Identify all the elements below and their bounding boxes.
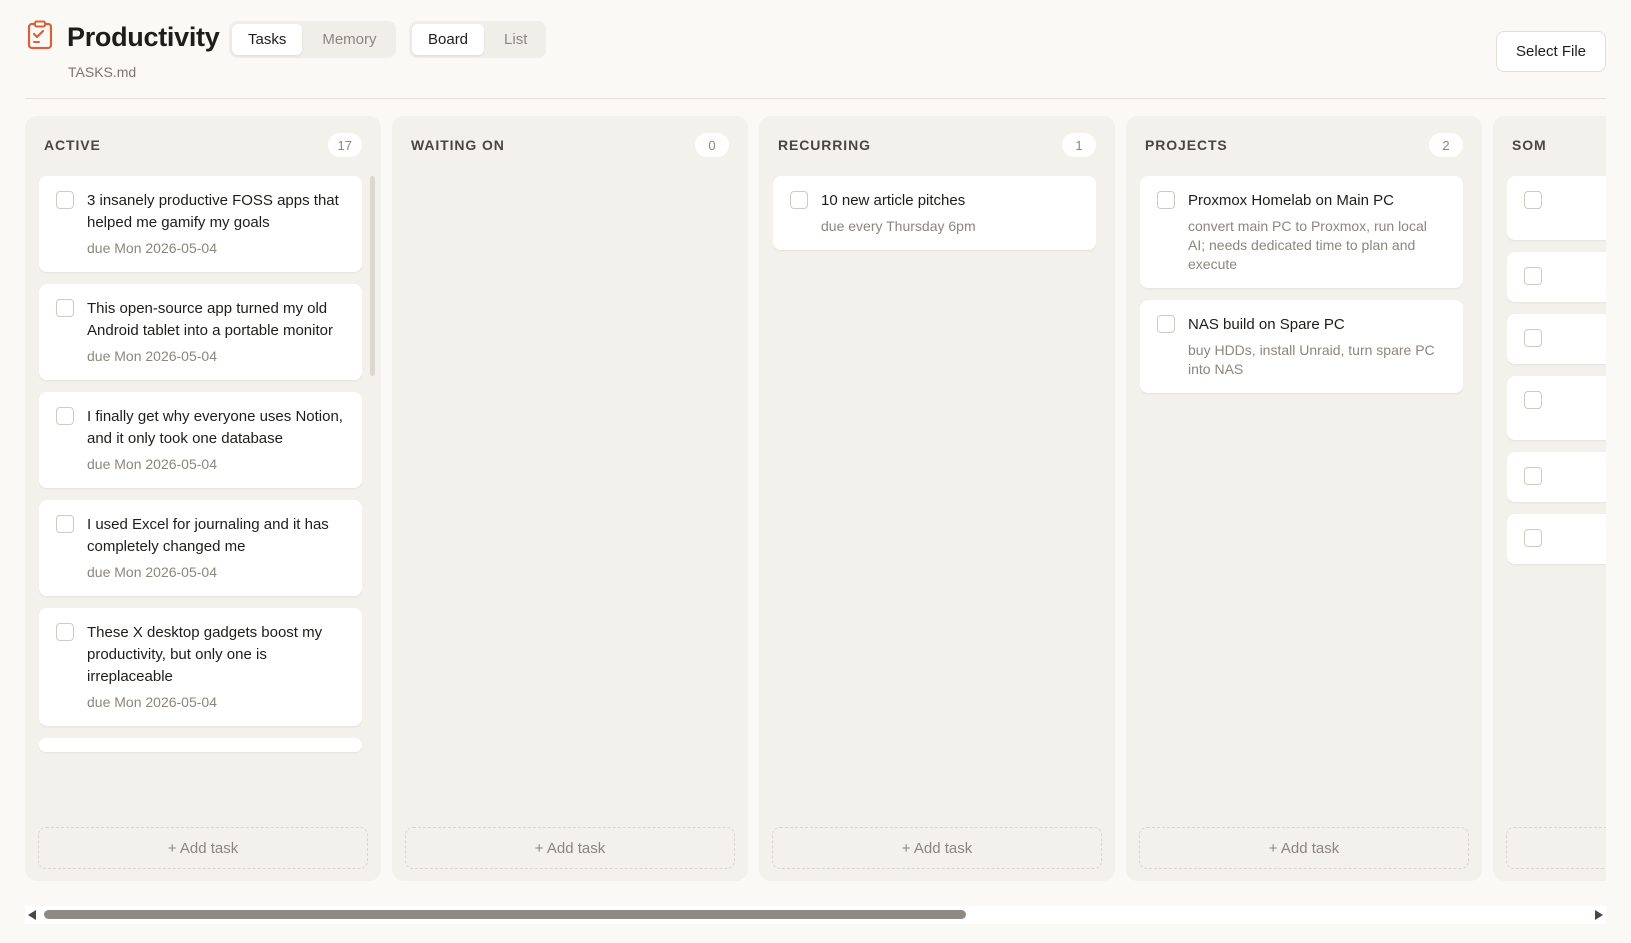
task-checkbox[interactable]: [56, 515, 74, 533]
column-title: SOM: [1512, 137, 1547, 153]
task-title: These X desktop gadgets boost my product…: [87, 624, 323, 685]
task-card[interactable]: 10 new article pitches due every Thursda…: [773, 176, 1096, 250]
task-card-partial[interactable]: [1507, 252, 1606, 302]
add-task-button[interactable]: + Add task: [772, 827, 1102, 869]
clipboard-check-icon: [27, 20, 53, 50]
kanban-board: ACTIVE 17 3 insanely productive FOSS app…: [25, 116, 1606, 884]
column-card-list[interactable]: [406, 176, 729, 805]
column-title: PROJECTS: [1145, 137, 1228, 153]
task-card[interactable]: These X desktop gadgets boost my product…: [39, 608, 362, 726]
task-card[interactable]: I used Excel for journaling and it has c…: [39, 500, 362, 596]
column-header: RECURRING 1: [778, 133, 1096, 157]
tab-tasks[interactable]: Tasks: [232, 24, 303, 55]
column-projects: PROJECTS 2 Proxmox Homelab on Main PC co…: [1126, 116, 1482, 881]
task-title: 3 insanely productive FOSS apps that hel…: [87, 192, 339, 231]
task-checkbox[interactable]: [1524, 329, 1542, 347]
task-title: This open-source app turned my old Andro…: [87, 300, 333, 339]
column-card-list[interactable]: 3 insanely productive FOSS apps that hel…: [39, 176, 362, 805]
task-description: convert main PC to Proxmox, run local AI…: [1188, 218, 1427, 272]
task-checkbox[interactable]: [56, 407, 74, 425]
column-card-list[interactable]: [1507, 176, 1606, 805]
column-count-badge: 1: [1062, 133, 1096, 157]
task-card-partial[interactable]: [1507, 376, 1606, 440]
layout-switcher: Board List: [409, 21, 547, 58]
column-header: ACTIVE 17: [44, 133, 362, 157]
task-card[interactable]: NAS build on Spare PC buy HDDs, install …: [1140, 300, 1463, 393]
column-count-badge: 17: [327, 133, 362, 157]
task-title: 10 new article pitches: [821, 192, 966, 209]
task-title: NAS build on Spare PC: [1188, 316, 1345, 333]
column-card-list[interactable]: Proxmox Homelab on Main PC convert main …: [1140, 176, 1463, 805]
add-task-button[interactable]: + Add task: [38, 827, 368, 869]
task-card-partial[interactable]: [1507, 176, 1606, 240]
column-header: SOM: [1512, 133, 1606, 157]
task-checkbox[interactable]: [1157, 315, 1175, 333]
task-title: I used Excel for journaling and it has c…: [87, 516, 329, 555]
task-checkbox[interactable]: [1524, 267, 1542, 285]
task-title: Proxmox Homelab on Main PC: [1188, 192, 1394, 209]
add-task-button-partial[interactable]: [1506, 827, 1606, 869]
view-switcher: Tasks Memory: [229, 21, 396, 58]
scroll-left-arrow-icon[interactable]: [28, 910, 36, 920]
header-divider: [25, 98, 1606, 99]
task-checkbox[interactable]: [56, 191, 74, 209]
column-waiting-on: WAITING ON 0 + Add task: [392, 116, 748, 881]
column-recurring: RECURRING 1 10 new article pitches due e…: [759, 116, 1115, 881]
task-due: due Mon 2026-05-04: [87, 240, 217, 256]
current-file-name: TASKS.md: [68, 64, 137, 80]
task-description: buy HDDs, install Unraid, turn spare PC …: [1188, 342, 1435, 377]
task-due: due every Thursday 6pm: [821, 218, 976, 234]
column-title: RECURRING: [778, 137, 871, 153]
task-due: due Mon 2026-05-04: [87, 456, 217, 472]
scrollbar-thumb[interactable]: [44, 910, 966, 919]
task-checkbox[interactable]: [1524, 467, 1542, 485]
tab-board[interactable]: Board: [412, 24, 485, 55]
task-card[interactable]: Proxmox Homelab on Main PC convert main …: [1140, 176, 1463, 288]
task-card-partial[interactable]: [1507, 514, 1606, 564]
app-header: Productivity TASKS.md Tasks Memory Board…: [25, 18, 1606, 98]
task-due: due Mon 2026-05-04: [87, 564, 217, 580]
task-checkbox[interactable]: [1157, 191, 1175, 209]
task-card-partial[interactable]: [39, 738, 362, 752]
task-checkbox[interactable]: [1524, 529, 1542, 547]
task-card[interactable]: I finally get why everyone uses Notion, …: [39, 392, 362, 488]
column-count-badge: 0: [695, 133, 729, 157]
column-partial: SOM: [1493, 116, 1606, 881]
column-title: WAITING ON: [411, 137, 505, 153]
scroll-right-arrow-icon[interactable]: [1595, 910, 1603, 920]
task-card-partial[interactable]: [1507, 314, 1606, 364]
column-card-list[interactable]: 10 new article pitches due every Thursda…: [773, 176, 1096, 805]
tab-list[interactable]: List: [488, 24, 543, 55]
task-card-partial[interactable]: [1507, 452, 1606, 502]
task-card[interactable]: 3 insanely productive FOSS apps that hel…: [39, 176, 362, 272]
column-scrollbar[interactable]: [370, 176, 375, 376]
task-due: due Mon 2026-05-04: [87, 694, 217, 710]
add-task-button[interactable]: + Add task: [405, 827, 735, 869]
add-task-button[interactable]: + Add task: [1139, 827, 1469, 869]
app-title: Productivity: [67, 22, 220, 52]
task-card[interactable]: This open-source app turned my old Andro…: [39, 284, 362, 380]
task-title: I finally get why everyone uses Notion, …: [87, 408, 343, 447]
task-checkbox[interactable]: [1524, 191, 1542, 209]
task-checkbox[interactable]: [790, 191, 808, 209]
column-header: WAITING ON 0: [411, 133, 729, 157]
task-checkbox[interactable]: [1524, 391, 1542, 409]
column-count-badge: 2: [1429, 133, 1463, 157]
task-checkbox[interactable]: [56, 623, 74, 641]
select-file-button[interactable]: Select File: [1495, 31, 1606, 72]
column-header: PROJECTS 2: [1145, 133, 1463, 157]
board-horizontal-scrollbar[interactable]: [25, 906, 1606, 924]
column-title: ACTIVE: [44, 137, 101, 153]
column-active: ACTIVE 17 3 insanely productive FOSS app…: [25, 116, 381, 881]
task-due: due Mon 2026-05-04: [87, 348, 217, 364]
task-checkbox[interactable]: [56, 299, 74, 317]
tab-memory[interactable]: Memory: [306, 24, 392, 55]
